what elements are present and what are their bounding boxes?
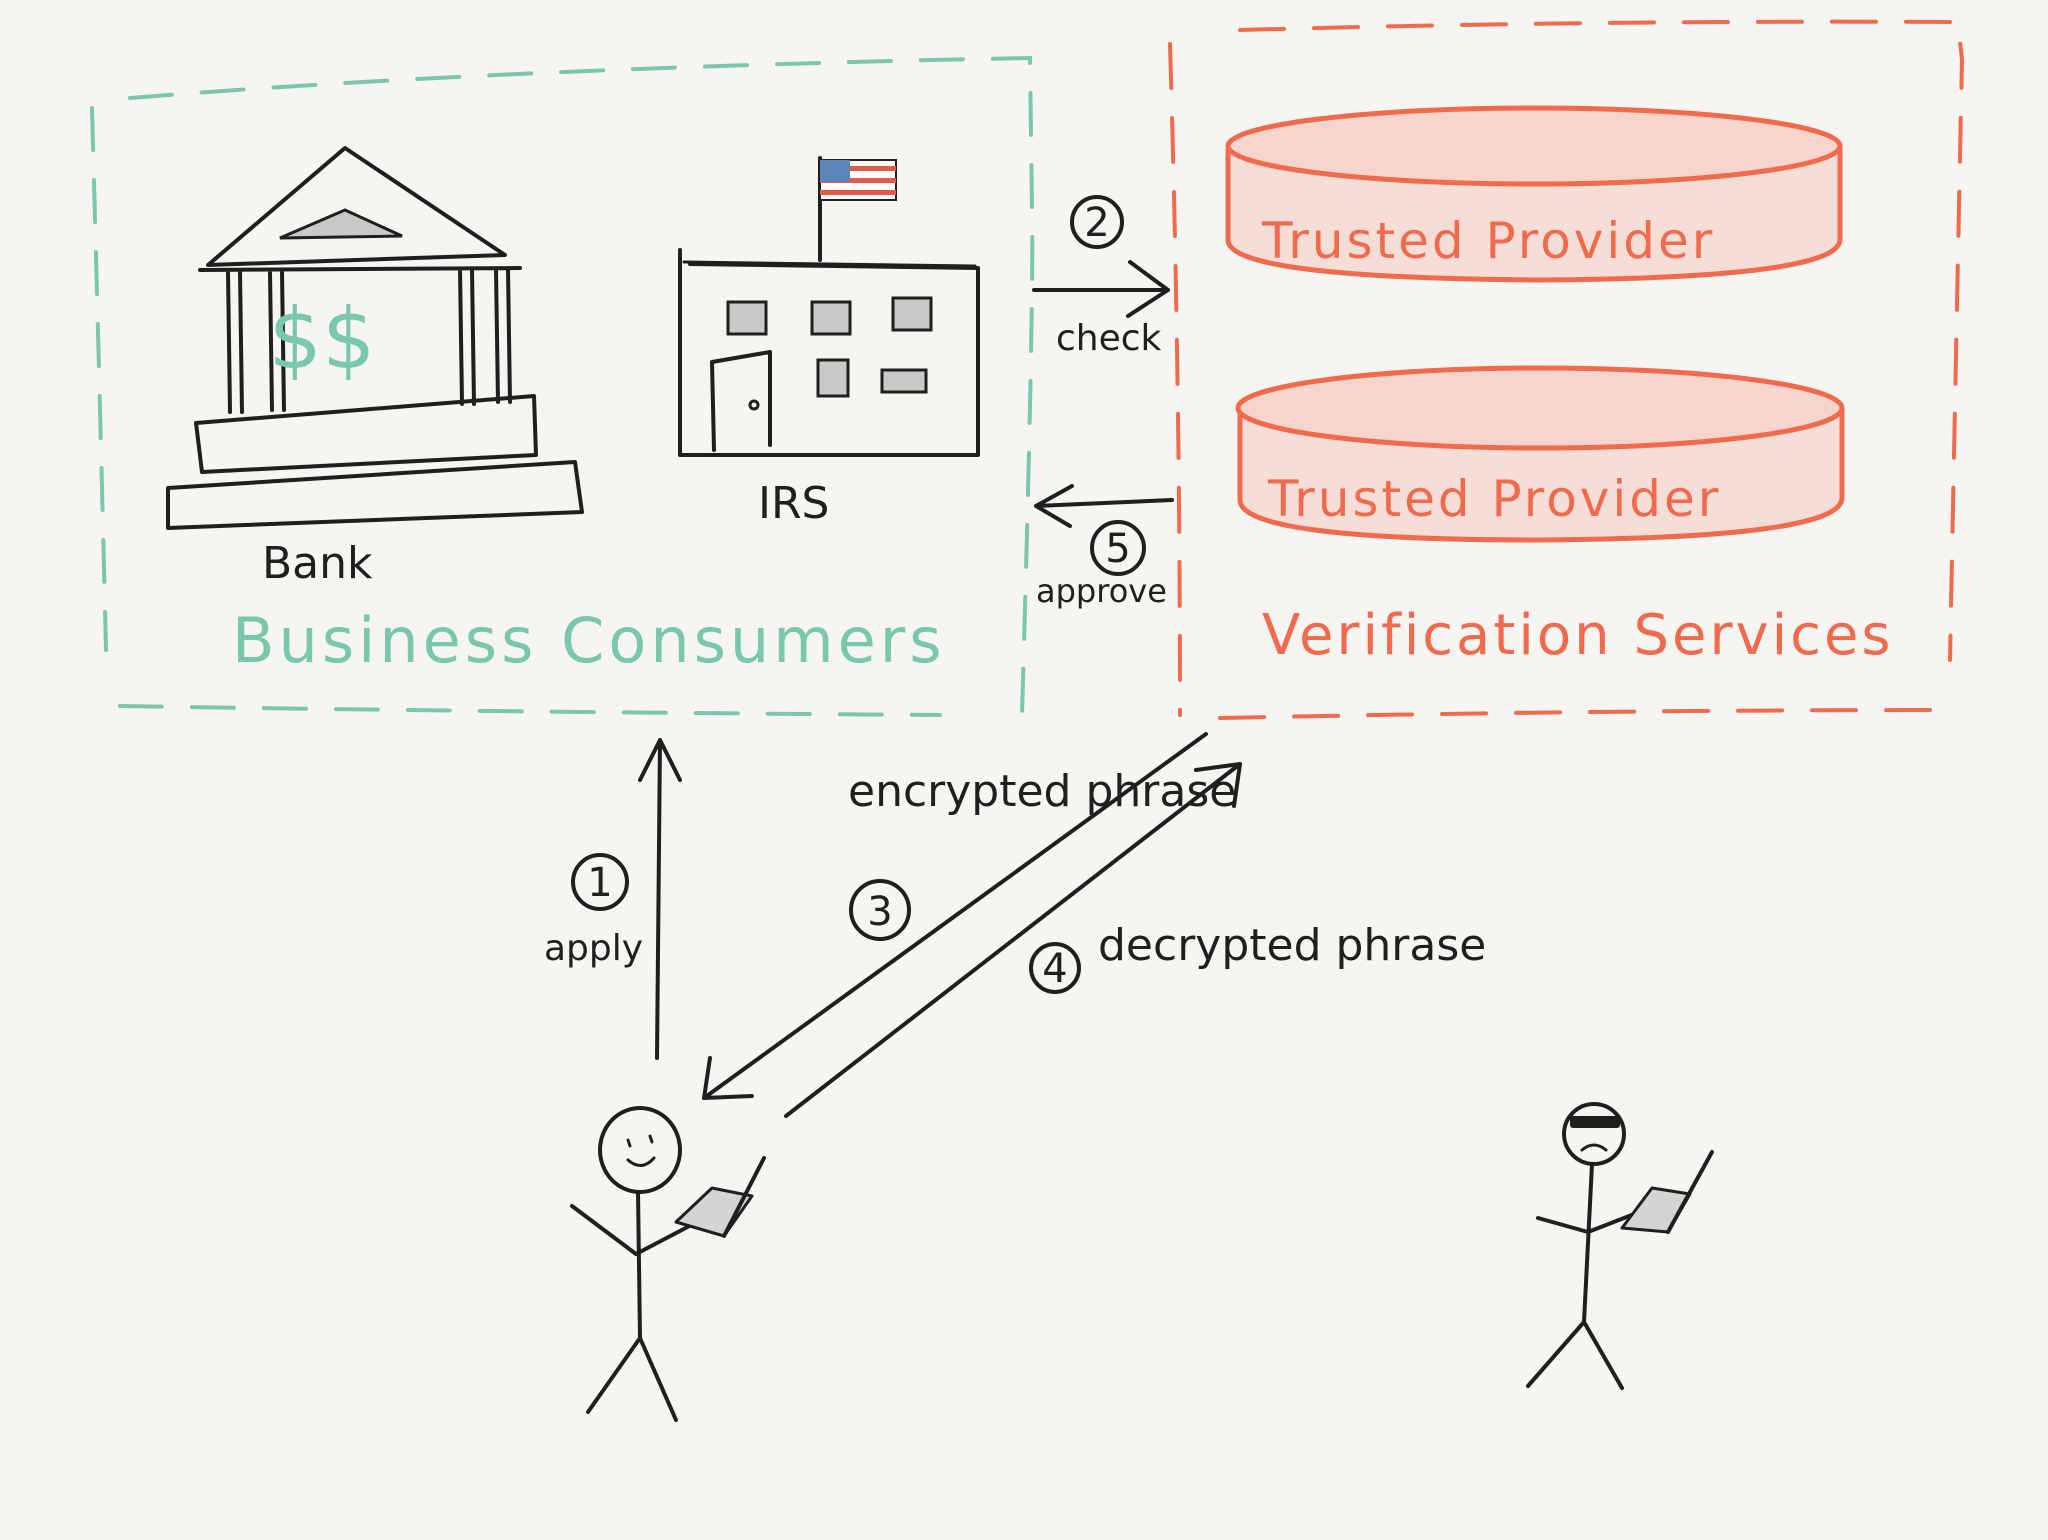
- bank-pediment: [279, 208, 403, 240]
- attacker-head: [1562, 1102, 1626, 1166]
- provider-2-top: [1235, 365, 1845, 451]
- diagram-svg: Business Consumers $$ Bank IRS Verificat…: [90, 19, 1965, 1422]
- irs-door: [710, 350, 772, 452]
- irs-window: [880, 368, 928, 394]
- laptop-icon: [674, 1156, 766, 1238]
- bank-roof: [206, 146, 507, 267]
- user-smile-face: [626, 1134, 656, 1167]
- step-3-label: encrypted phrase: [848, 766, 1236, 817]
- step-4-label: decrypted phrase: [1098, 920, 1486, 971]
- attacker-mask: [1570, 1116, 1620, 1128]
- irs-window: [810, 300, 852, 336]
- step-2-label: check: [1056, 318, 1162, 359]
- verification-services-title: Verification Services: [1262, 603, 1894, 668]
- step-2-check: 2 check: [1032, 195, 1170, 359]
- laptop-icon: [1620, 1150, 1714, 1234]
- business-consumers-title: Business Consumers: [232, 604, 946, 677]
- diagram-canvas: Business Consumers $$ Bank IRS Verificat…: [0, 0, 2048, 1536]
- step-5-number: 5: [1105, 526, 1130, 572]
- provider-1-top: [1225, 105, 1843, 187]
- step-3-encrypted-phrase: encrypted phrase 3: [702, 732, 1236, 1100]
- government-building-icon: IRS: [678, 156, 980, 529]
- approve-arrow: [1034, 484, 1174, 528]
- happy-stick-figure-icon: [570, 1106, 766, 1422]
- irs-window: [816, 358, 850, 398]
- apply-arrow: [638, 738, 682, 1060]
- provider-2-label: Trusted Provider: [1267, 470, 1721, 528]
- attacker-body: [1526, 1162, 1662, 1390]
- provider-1-label: Trusted Provider: [1261, 212, 1715, 270]
- bank-label: Bank: [262, 538, 373, 589]
- flag-icon: [819, 159, 897, 201]
- step-5-approve: 5 approve: [1034, 484, 1174, 610]
- database-icon: Trusted Provider: [1235, 365, 1845, 543]
- irs-label: IRS: [758, 478, 829, 529]
- step-1-apply: 1 apply: [544, 738, 682, 1060]
- step-1-label: apply: [544, 928, 643, 969]
- bank-icon: $$ Bank: [166, 146, 584, 589]
- bank-dollar-sign: $$: [269, 290, 376, 388]
- step-4-number: 4: [1042, 946, 1067, 992]
- step-3-number: 3: [867, 889, 892, 935]
- irs-doorknob: [748, 399, 760, 411]
- bank-upper-step: [194, 394, 538, 474]
- irs-window: [891, 296, 933, 332]
- irs-building-outline: [678, 248, 980, 457]
- irs-window: [726, 300, 768, 336]
- attacker-frown: [1580, 1143, 1608, 1152]
- user-head: [598, 1106, 682, 1194]
- check-arrow: [1032, 260, 1170, 318]
- masked-stick-figure-icon: [1526, 1102, 1714, 1390]
- step-2-number: 2: [1084, 200, 1109, 246]
- step-1-number: 1: [587, 860, 612, 906]
- database-icon: Trusted Provider: [1225, 105, 1843, 283]
- step-5-label: approve: [1036, 572, 1167, 610]
